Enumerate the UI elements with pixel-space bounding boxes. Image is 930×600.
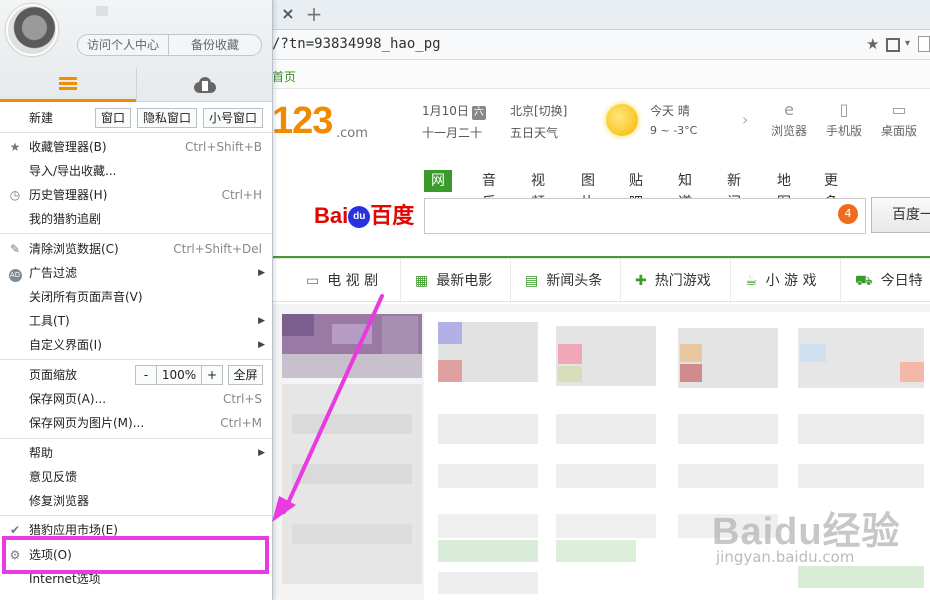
annotation-arrow [272, 294, 384, 522]
